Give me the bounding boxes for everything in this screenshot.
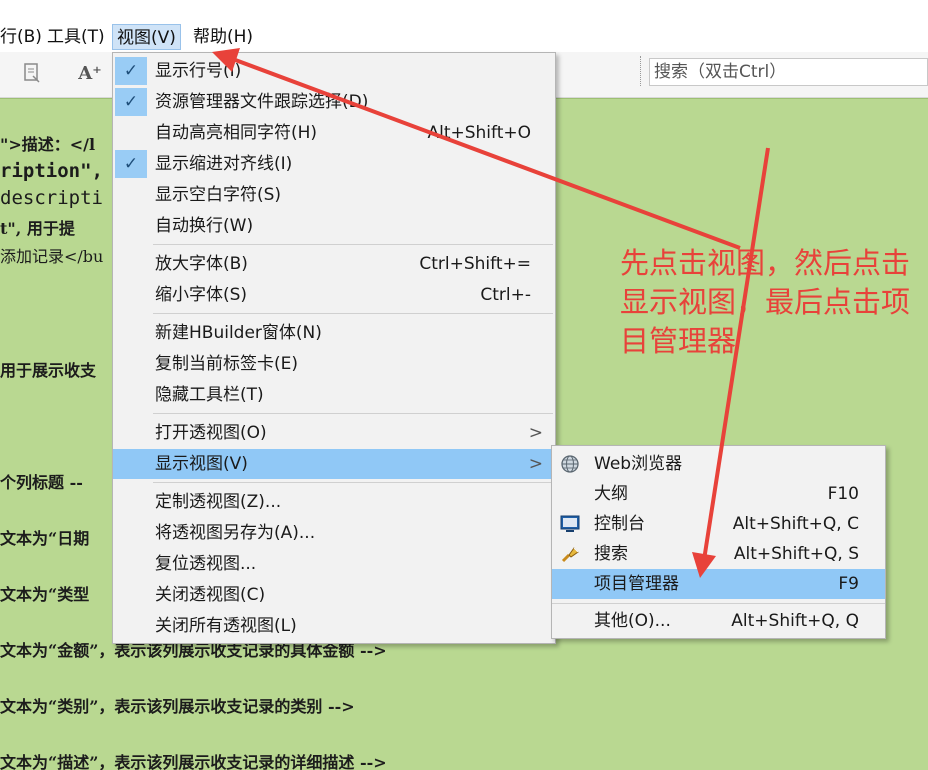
search-flashlight-icon	[560, 544, 580, 564]
menu-item-label: 将透视图另存为(A)...	[155, 523, 316, 543]
menu-item-label: 显示视图(V)	[155, 454, 248, 474]
menu-item-zoom-in[interactable]: 放大字体(B) Ctrl+Shift+=	[113, 249, 555, 279]
menu-tools[interactable]: 工具(T)	[43, 24, 109, 50]
submenu-item-label: Web浏览器	[594, 454, 683, 474]
submenu-item-shortcut: Alt+Shift+Q, C	[732, 514, 859, 534]
menu-item-show-view[interactable]: 显示视图(V) >	[113, 449, 555, 479]
submenu-item-label: 大纲	[594, 484, 628, 504]
console-icon	[560, 514, 580, 534]
menubar: 行(B) 工具(T) 视图(V) 帮助(H)	[0, 0, 928, 52]
menu-item-word-wrap[interactable]: 自动换行(W)	[113, 211, 555, 241]
menu-item-label: 放大字体(B)	[155, 254, 248, 274]
menu-item-explorer-follow[interactable]: ✓ 资源管理器文件跟踪选择(D)	[113, 87, 555, 117]
submenu-item-outline[interactable]: 大纲 F10	[552, 479, 885, 509]
menu-run[interactable]: 行(B)	[0, 24, 46, 50]
search-input[interactable]: 搜索（双击Ctrl）	[649, 58, 928, 86]
menu-item-close-perspective[interactable]: 关闭透视图(C)	[113, 580, 555, 610]
menu-view[interactable]: 视图(V)	[112, 24, 181, 50]
code-line: 用于展示收支	[0, 361, 97, 380]
menu-item-hide-toolbar[interactable]: 隐藏工具栏(T)	[113, 380, 555, 410]
code-line: t", 用于提	[0, 219, 75, 238]
code-line: 文本为“类别”，表示该列展示收支记录的类别 -->	[0, 697, 355, 716]
menu-separator	[153, 313, 553, 314]
instruction-annotation: 先点击视图，然后点击显示视图，最后点击项目管理器	[620, 246, 911, 358]
format-icon[interactable]	[20, 62, 44, 86]
checkmark-icon: ✓	[115, 57, 147, 85]
submenu-item-label: 项目管理器	[594, 574, 679, 594]
code-line: 添加记录</bu	[0, 247, 104, 266]
toolbar-separator	[640, 56, 644, 86]
chevron-right-icon: >	[528, 454, 543, 474]
code-line: ription",	[0, 160, 103, 182]
menu-item-label: 隐藏工具栏(T)	[155, 385, 264, 405]
submenu-item-shortcut: Alt+Shift+Q, Q	[731, 611, 859, 631]
submenu-item-search[interactable]: 搜索 Alt+Shift+Q, S	[552, 539, 885, 569]
view-menu-dropdown: ✓ 显示行号(I) ✓ 资源管理器文件跟踪选择(D) 自动高亮相同字符(H) A…	[112, 52, 556, 644]
menu-separator	[153, 482, 553, 483]
menu-item-label: 定制透视图(Z)...	[155, 492, 282, 512]
menu-item-customize-perspective[interactable]: 定制透视图(Z)...	[113, 487, 555, 517]
globe-icon	[560, 454, 580, 474]
code-line: ">描述：</l	[0, 135, 96, 154]
submenu-item-shortcut: F10	[827, 484, 859, 504]
menu-item-reset-perspective[interactable]: 复位透视图...	[113, 549, 555, 579]
menu-separator	[153, 244, 553, 245]
show-view-submenu: Web浏览器 大纲 F10 控制台 Alt+Shift+Q, C 搜索 Alt+…	[551, 445, 886, 639]
submenu-item-shortcut: F9	[838, 574, 859, 594]
menu-item-label: 显示空白字符(S)	[155, 185, 282, 205]
menu-item-label: 关闭透视图(C)	[155, 585, 266, 605]
menu-item-label: 显示行号(I)	[155, 61, 242, 81]
submenu-item-web-browser[interactable]: Web浏览器	[552, 449, 885, 479]
code-line: descripti	[0, 187, 103, 209]
menu-item-label: 关闭所有透视图(L)	[155, 616, 297, 636]
menu-item-label: 显示缩进对齐线(I)	[155, 154, 293, 174]
menu-item-label: 缩小字体(S)	[155, 285, 248, 305]
menu-separator	[153, 413, 553, 414]
menu-item-show-line-numbers[interactable]: ✓ 显示行号(I)	[113, 56, 555, 86]
menu-item-new-window[interactable]: 新建HBuilder窗体(N)	[113, 318, 555, 348]
checkmark-icon: ✓	[115, 88, 147, 116]
submenu-item-shortcut: Alt+Shift+Q, S	[733, 544, 859, 564]
code-line: 文本为“描述”，表示该列展示收支记录的详细描述 -->	[0, 753, 387, 770]
menu-item-close-all-perspectives[interactable]: 关闭所有透视图(L)	[113, 611, 555, 641]
code-line: 文本为“类型	[0, 585, 90, 604]
submenu-item-project-manager[interactable]: 项目管理器 F9	[552, 569, 885, 599]
menu-item-shortcut: Alt+Shift+O	[427, 123, 531, 143]
menu-item-label: 复制当前标签卡(E)	[155, 354, 299, 374]
menu-item-label: 打开透视图(O)	[155, 423, 267, 443]
menu-item-shortcut: Ctrl+Shift+=	[419, 254, 531, 274]
font-size-icon[interactable]: A⁺	[78, 62, 102, 86]
menu-item-indent-guides[interactable]: ✓ 显示缩进对齐线(I)	[113, 149, 555, 179]
menu-item-label: 复位透视图...	[155, 554, 257, 574]
menu-item-label: 自动换行(W)	[155, 216, 254, 236]
menu-item-save-perspective-as[interactable]: 将透视图另存为(A)...	[113, 518, 555, 548]
code-line: 文本为“日期	[0, 529, 90, 548]
menu-separator	[552, 603, 885, 604]
submenu-item-console[interactable]: 控制台 Alt+Shift+Q, C	[552, 509, 885, 539]
menu-item-label: 自动高亮相同字符(H)	[155, 123, 318, 143]
menu-item-auto-highlight[interactable]: 自动高亮相同字符(H) Alt+Shift+O	[113, 118, 555, 148]
submenu-item-label: 搜索	[594, 544, 628, 564]
menu-item-label: 新建HBuilder窗体(N)	[155, 323, 322, 343]
chevron-right-icon: >	[528, 423, 543, 443]
menu-item-zoom-out[interactable]: 缩小字体(S) Ctrl+-	[113, 280, 555, 310]
menu-help[interactable]: 帮助(H)	[189, 24, 257, 50]
menu-item-label: 资源管理器文件跟踪选择(D)	[155, 92, 369, 112]
submenu-item-other[interactable]: 其他(O)... Alt+Shift+Q, Q	[552, 606, 885, 636]
menu-item-duplicate-tab[interactable]: 复制当前标签卡(E)	[113, 349, 555, 379]
submenu-item-label: 其他(O)...	[594, 611, 671, 631]
checkmark-icon: ✓	[115, 150, 147, 178]
menu-item-open-perspective[interactable]: 打开透视图(O) >	[113, 418, 555, 448]
menu-item-show-whitespace[interactable]: 显示空白字符(S)	[113, 180, 555, 210]
code-line: 个列标题 --	[0, 473, 83, 492]
submenu-item-label: 控制台	[594, 514, 645, 534]
menu-item-shortcut: Ctrl+-	[480, 285, 531, 305]
